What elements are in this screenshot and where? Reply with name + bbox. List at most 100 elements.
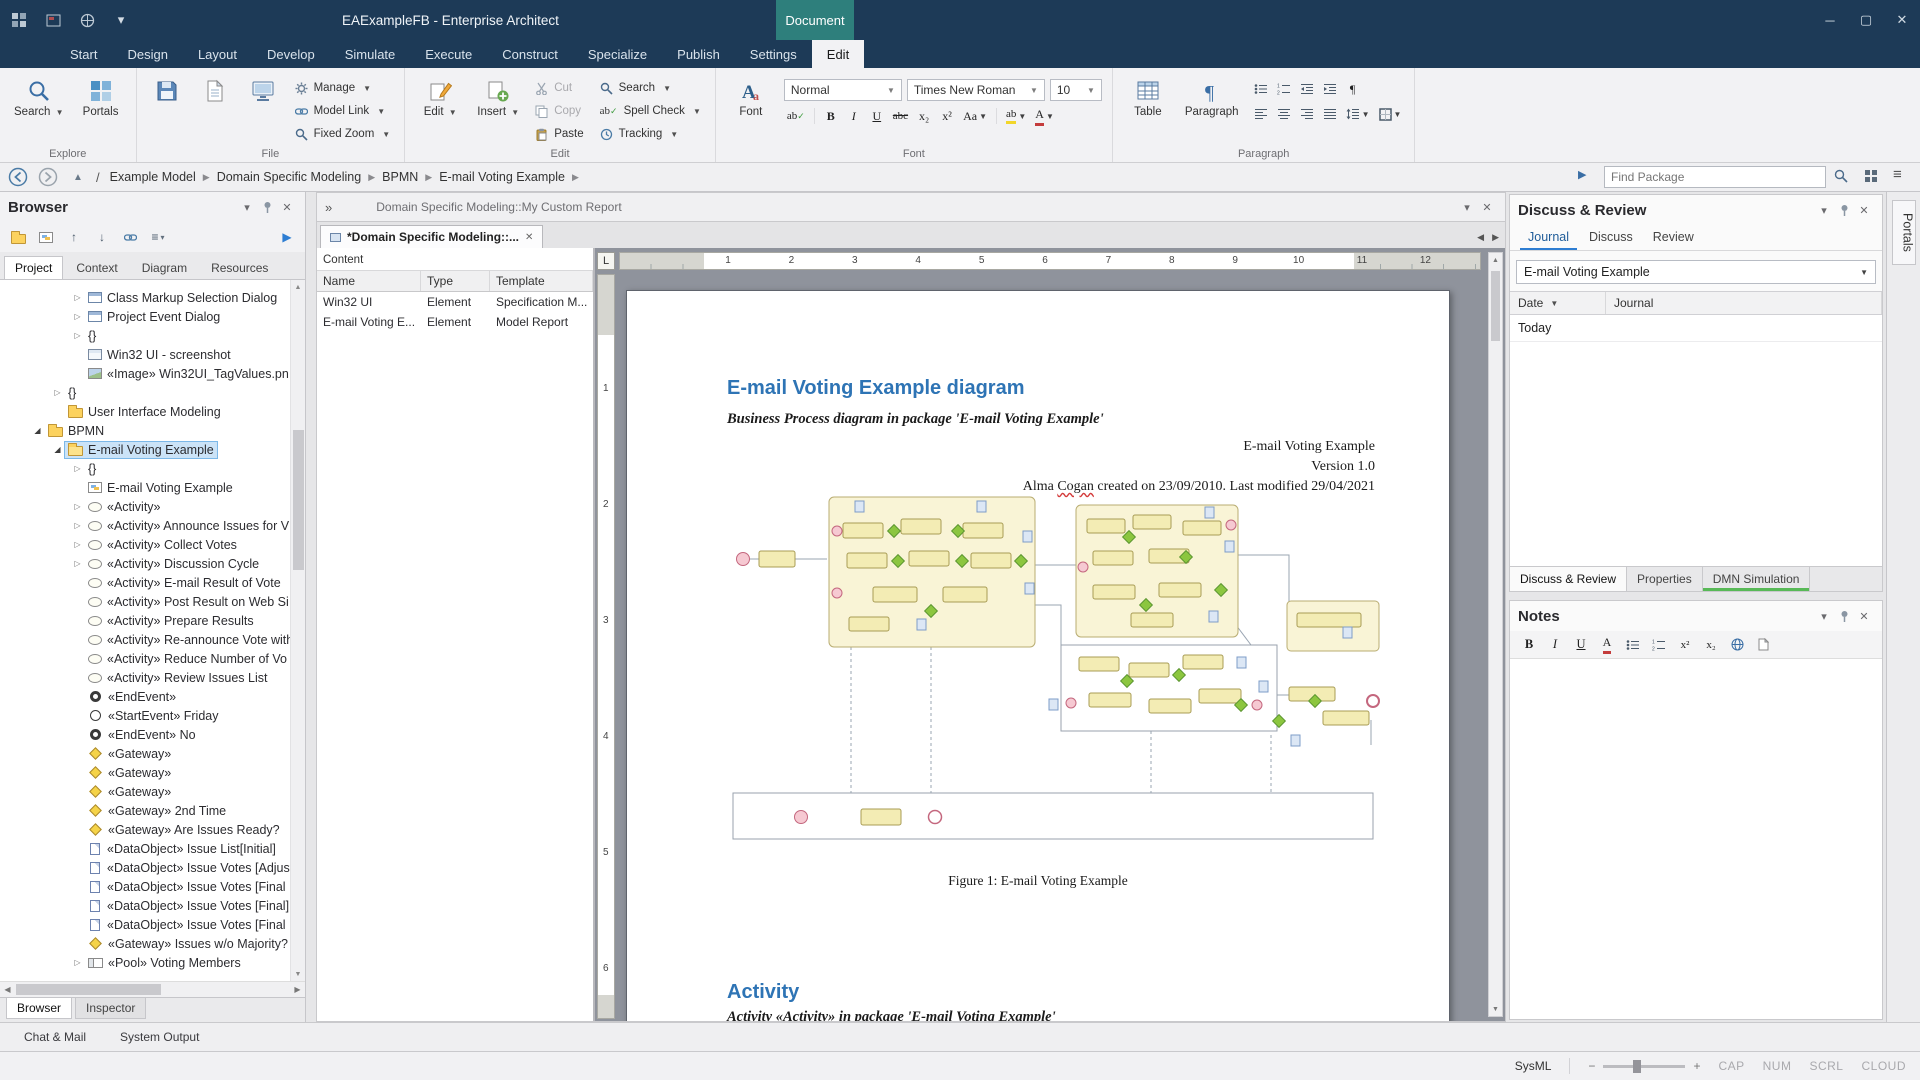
tree-item[interactable]: E-mail Voting Example <box>0 478 290 497</box>
tab-review[interactable]: Review <box>1645 227 1702 250</box>
expand-arrow-icon[interactable]: ▷ <box>71 559 84 568</box>
view-button[interactable] <box>243 73 283 144</box>
tree-item[interactable]: «Activity» Reduce Number of Vo <box>0 649 290 668</box>
breadcrumb-item-domain-specific-modeling[interactable]: Domain Specific Modeling <box>213 168 366 186</box>
table-button[interactable]: Table <box>1123 73 1173 144</box>
document-page[interactable]: E-mail Voting Example diagram Business P… <box>626 290 1450 1021</box>
close-icon[interactable]: ✕ <box>1854 200 1874 220</box>
dock-tab-chat-mail[interactable]: Chat & Mail <box>12 1026 98 1048</box>
tree-item[interactable]: «EndEvent» <box>0 687 290 706</box>
tree-item[interactable]: ▷«Activity» <box>0 497 290 516</box>
edit-search-button[interactable]: Search▼ <box>596 78 705 98</box>
underline-button[interactable]: U <box>1570 634 1592 656</box>
tree-item[interactable]: «Activity» Post Result on Web Si <box>0 592 290 611</box>
close-tab-icon[interactable]: ✕ <box>525 232 533 243</box>
ribbon-tab-develop[interactable]: Develop <box>252 40 330 68</box>
tree-item[interactable]: Win32 UI - screenshot <box>0 345 290 364</box>
scroll-up-icon[interactable]: ▲ <box>1489 253 1502 267</box>
tree-item[interactable]: ▷«Activity» Collect Votes <box>0 535 290 554</box>
save-button[interactable] <box>147 73 187 144</box>
tree-item[interactable]: ▷Class Markup Selection Dialog <box>0 288 290 307</box>
vertical-ruler[interactable]: 123456 <box>597 274 615 1019</box>
expand-arrow-icon[interactable]: ◢ <box>51 445 64 454</box>
date-column-header[interactable]: Date▼ <box>1510 292 1606 314</box>
app-icon[interactable] <box>10 11 28 29</box>
font-family-select[interactable]: Times New Roman▼ <box>907 79 1045 101</box>
tree-item[interactable]: «DataObject» Issue Votes [Final <box>0 877 290 896</box>
breadcrumb-item-bpmn[interactable]: BPMN <box>378 168 422 186</box>
options-menu-icon[interactable]: ≡▾ <box>148 227 168 247</box>
numbered-list-button[interactable]: 12 <box>1274 79 1294 99</box>
document-mode-badge[interactable]: Document <box>776 0 854 40</box>
search-package-icon[interactable] <box>1834 169 1848 183</box>
tree-item[interactable]: «Gateway» <box>0 744 290 763</box>
dock-tab-discuss-review[interactable]: Discuss & Review <box>1510 567 1627 591</box>
subscript-button[interactable]: x₂ <box>1700 634 1722 656</box>
expand-arrow-icon[interactable]: ▷ <box>51 388 64 397</box>
scroll-up-icon[interactable]: ▲ <box>291 280 305 294</box>
borders-button[interactable]: ▼ <box>1376 104 1405 124</box>
expand-arrow-icon[interactable]: ◢ <box>31 426 44 435</box>
expand-arrow-icon[interactable]: ▷ <box>71 293 84 302</box>
close-button[interactable]: ✕ <box>1884 0 1920 40</box>
outdent-button[interactable] <box>1297 79 1317 99</box>
tree-item[interactable]: ▷«Activity» Discussion Cycle <box>0 554 290 573</box>
link-icon[interactable] <box>120 227 140 247</box>
change-case-button[interactable]: Aa▼ <box>960 106 990 126</box>
tree-item[interactable]: «DataObject» Issue List[Initial] <box>0 839 290 858</box>
search-button[interactable]: Search ▼ <box>10 73 68 144</box>
dock-tab-dmn-simulation[interactable]: DMN Simulation <box>1703 567 1811 591</box>
manage-button[interactable]: Manage▼ <box>291 78 395 98</box>
font-color-button[interactable]: A▼ <box>1032 106 1057 126</box>
close-icon[interactable]: ✕ <box>1854 606 1874 626</box>
breadcrumb-item-example-model[interactable]: Example Model <box>106 168 200 186</box>
panel-menu-icon[interactable]: ▾ <box>237 197 257 217</box>
font-color-button[interactable]: A <box>1596 634 1618 656</box>
new-diagram-icon[interactable] <box>36 227 56 247</box>
tab-scroll-left-icon[interactable]: ◀ <box>1477 232 1484 243</box>
tree-item[interactable]: ◢BPMN <box>0 421 290 440</box>
ribbon-tab-construct[interactable]: Construct <box>487 40 573 68</box>
paragraph-button[interactable]: ¶ Paragraph <box>1181 73 1243 144</box>
subscript-button[interactable]: x₂ <box>914 106 934 126</box>
expand-panel-icon[interactable]: ▶ <box>277 227 297 247</box>
tab-journal[interactable]: Journal <box>1520 227 1577 250</box>
content-table-row[interactable]: E-mail Voting E...ElementModel Report <box>317 312 593 332</box>
panel-menu-icon[interactable]: ▾ <box>1814 606 1834 626</box>
move-down-icon[interactable]: ↓ <box>92 227 112 247</box>
scroll-down-icon[interactable]: ▼ <box>291 967 305 981</box>
font-button[interactable]: Aa Font <box>726 73 776 144</box>
document-vertical-scrollbar[interactable]: ▲ ▼ <box>1488 252 1503 1017</box>
scroll-thumb[interactable] <box>1491 271 1500 341</box>
line-spacing-button[interactable]: ▼ <box>1343 104 1373 124</box>
model-link-button[interactable]: Model Link▼ <box>291 101 395 121</box>
pin-icon[interactable] <box>1834 200 1854 220</box>
tree-item[interactable]: «Gateway» Issues w/o Majority? <box>0 934 290 953</box>
status-perspective[interactable]: SysML <box>1515 1059 1552 1073</box>
pin-icon[interactable] <box>1834 606 1854 626</box>
tree-item[interactable]: «Activity» Re-announce Vote with <box>0 630 290 649</box>
align-left-button[interactable] <box>1251 104 1271 124</box>
bold-button[interactable]: B <box>1518 634 1540 656</box>
column-header-type[interactable]: Type <box>421 271 490 291</box>
indent-button[interactable] <box>1320 79 1340 99</box>
tree-item[interactable]: ▷Project Event Dialog <box>0 307 290 326</box>
scroll-right-icon[interactable]: ▶ <box>290 982 305 997</box>
portals-tab[interactable]: Portals <box>1892 200 1916 265</box>
numbered-list-button[interactable]: 12 <box>1648 634 1670 656</box>
dock-tab-inspector[interactable]: Inspector <box>75 998 146 1019</box>
tab-discuss[interactable]: Discuss <box>1581 227 1641 250</box>
tab-project[interactable]: Project <box>4 256 63 279</box>
cut-button[interactable]: Cut <box>531 78 587 98</box>
bullet-list-button[interactable] <box>1251 79 1271 99</box>
align-center-button[interactable] <box>1274 104 1294 124</box>
ribbon-tab-settings[interactable]: Settings <box>735 40 812 68</box>
scroll-thumb[interactable] <box>16 984 161 995</box>
ribbon-tab-design[interactable]: Design <box>112 40 182 68</box>
new-note-button[interactable] <box>1752 634 1774 656</box>
expand-arrow-icon[interactable]: ▷ <box>71 521 84 530</box>
italic-button[interactable]: I <box>844 106 864 126</box>
dock-tab-properties[interactable]: Properties <box>1627 567 1703 591</box>
tree-item[interactable]: «Image» Win32UI_TagValues.pn <box>0 364 290 383</box>
expand-arrow-icon[interactable]: ▷ <box>71 464 84 473</box>
